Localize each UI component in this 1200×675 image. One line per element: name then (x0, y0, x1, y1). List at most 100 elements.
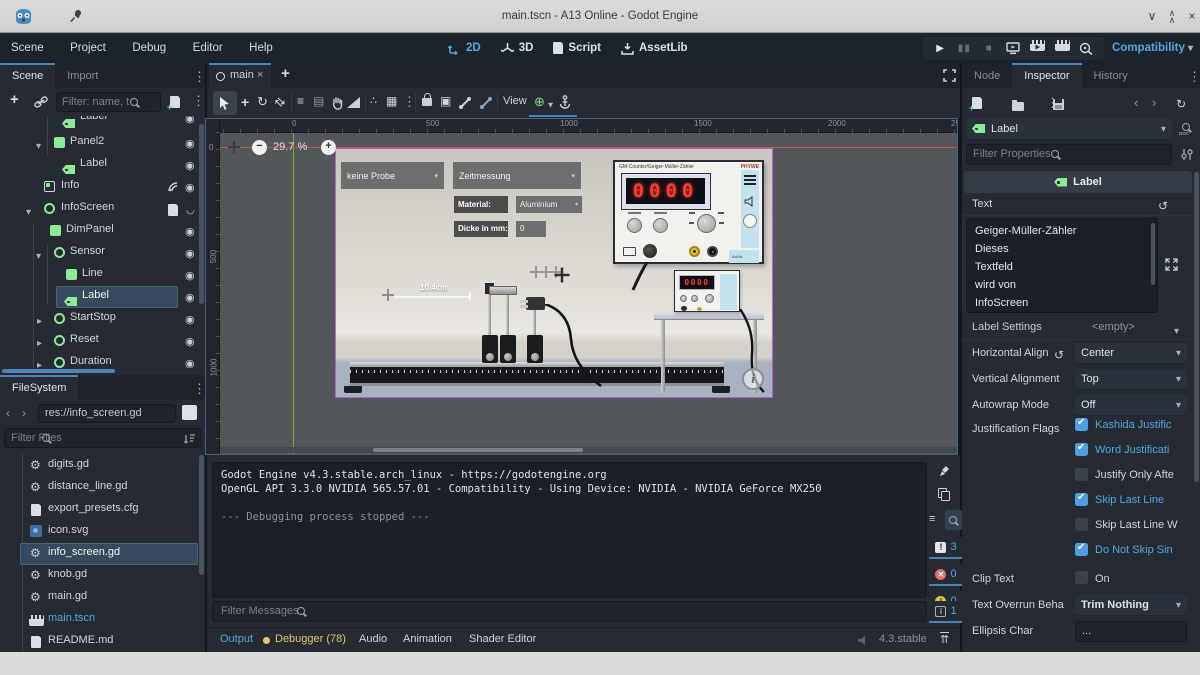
file-row-open-scene[interactable]: main.tscn (0, 609, 205, 631)
spinbox-arrows[interactable]: ▲▼ (547, 221, 555, 237)
visibility-eye-icon[interactable] (185, 332, 195, 350)
file-row[interactable]: digits.gd (0, 455, 205, 477)
show-list-button[interactable]: ▤ (313, 94, 324, 108)
file-row[interactable]: knob.gd (0, 565, 205, 587)
stop-button[interactable]: ■ (982, 37, 996, 60)
expand-text-editor-icon[interactable] (1165, 258, 1178, 271)
tab-history[interactable]: History (1082, 64, 1140, 89)
tab-node[interactable]: Node (962, 64, 1012, 89)
tab-animation[interactable]: Animation (403, 633, 452, 645)
list-select-button[interactable]: ≡ (297, 94, 304, 108)
filesystem-path[interactable]: res://info_screen.gd (38, 404, 176, 423)
copy-log-button[interactable] (931, 485, 957, 505)
text-editor-scrollbar[interactable] (1151, 223, 1155, 285)
tree-row[interactable]: Label (0, 116, 205, 130)
tab-shader-editor[interactable]: Shader Editor (469, 633, 536, 645)
checkbox[interactable] (1075, 493, 1088, 506)
move-mode-button[interactable]: + (241, 94, 249, 110)
visibility-eye-icon[interactable] (185, 266, 195, 284)
expand-arrow-icon[interactable] (37, 333, 42, 351)
checkbox[interactable] (1075, 468, 1088, 481)
history-back-icon[interactable]: ‹ (6, 406, 10, 420)
flag-row[interactable]: Kashida Justific (1075, 418, 1195, 443)
property-text-row[interactable]: Text (962, 194, 1192, 216)
mode-dropdown[interactable]: Zeitmessung▾ (453, 162, 581, 189)
window-titlebar[interactable]: main.tscn - A13 Online - Godot Engine ∨ … (0, 0, 1200, 33)
flag-row[interactable]: Justify Only Afte (1075, 468, 1195, 493)
workspace-3d[interactable]: 3D (501, 42, 534, 55)
visibility-eye-icon[interactable] (185, 116, 195, 127)
ruler-mode-button[interactable] (347, 97, 360, 108)
visibility-eye-icon[interactable] (185, 222, 195, 240)
scene-tab-main[interactable]: main × (209, 63, 271, 88)
skeleton-options-icon[interactable] (479, 96, 493, 110)
collapse-duplicates-icon[interactable]: ≡ (929, 513, 944, 529)
tree-row[interactable]: Duration (0, 352, 205, 368)
visibility-eye-icon[interactable] (185, 134, 195, 152)
all-messages-chip[interactable]: ! 3 (929, 537, 963, 559)
tree-row[interactable]: Reset (0, 330, 205, 352)
tree-row[interactable]: Info (0, 176, 205, 198)
checkbox[interactable] (1075, 518, 1088, 531)
checkbox[interactable] (1075, 418, 1088, 431)
smart-snap-button[interactable]: ∴ (370, 94, 377, 107)
visibility-eye-icon[interactable] (185, 244, 195, 262)
clear-log-button[interactable] (931, 462, 957, 482)
zoom-in-button[interactable]: + (321, 140, 336, 155)
scene-filter-input[interactable]: Filter: name, t (56, 92, 161, 112)
scene-dock-menu-icon[interactable] (193, 68, 206, 86)
new-resource-button[interactable] (972, 97, 982, 109)
menu-project[interactable]: Project (59, 33, 117, 63)
zoom-percent[interactable]: 29.7 % (273, 141, 307, 153)
halign-dropdown[interactable]: Center (1075, 343, 1187, 364)
close-button[interactable]: × (1184, 9, 1200, 25)
workspace-assetlib[interactable]: AssetLib (621, 42, 688, 55)
select-mode-button[interactable] (213, 91, 237, 115)
tree-row[interactable]: StartStop (0, 308, 205, 330)
open-docs-button[interactable]: DOC (1177, 118, 1197, 140)
inspector-dock-menu-icon[interactable] (1188, 68, 1200, 86)
workspace-2d[interactable]: 2D (448, 42, 481, 55)
instance-scene-icon[interactable] (34, 96, 48, 108)
output-log[interactable]: Godot Engine v4.3.stable.arch_linux - ht… (212, 462, 927, 598)
view-menu-button[interactable]: View (503, 95, 527, 107)
checkbox[interactable] (1075, 443, 1088, 456)
pin-icon[interactable] (70, 9, 83, 23)
play-scene-button[interactable] (1030, 37, 1044, 60)
revert-icon[interactable] (1158, 197, 1168, 215)
canvas-hscroll-thumb[interactable] (373, 448, 583, 452)
messages-chip[interactable]: i 1 (929, 601, 963, 623)
material-dropdown[interactable]: Aluminium▾ (516, 196, 582, 213)
workspace-script[interactable]: Script (553, 42, 601, 54)
tree-row[interactable]: DimPanel (0, 220, 205, 242)
text-property-editor[interactable]: Geiger-Müller-Zähler Dieses Textfeld wir… (966, 218, 1158, 313)
tab-debugger[interactable]: Debugger (78) (275, 633, 346, 645)
renderer-selector[interactable]: Compatibility (1112, 33, 1193, 64)
expand-bottom-panel-icon[interactable]: ⇈ (940, 632, 949, 646)
file-row-selected[interactable]: info_screen.gd (0, 543, 205, 565)
flag-row[interactable]: Do Not Skip Sin (1075, 543, 1195, 568)
scene-tree-hscrollbar[interactable] (2, 369, 115, 373)
menu-debug[interactable]: Debug (121, 33, 177, 63)
history-forward-icon[interactable]: › (22, 406, 26, 420)
collapse-arrow-icon[interactable] (36, 136, 41, 154)
scene-tree-scrollbar[interactable] (199, 124, 204, 304)
remote-debug-button[interactable] (1006, 42, 1020, 55)
pause-button[interactable]: ▮▮ (957, 37, 971, 60)
sort-icon[interactable] (184, 433, 196, 445)
insert-key-icon[interactable]: ⊕ (534, 94, 545, 110)
tab-filesystem[interactable]: FileSystem (0, 375, 78, 400)
checkbox[interactable] (1075, 571, 1088, 584)
grid-snap-button[interactable]: ▦ (386, 94, 397, 108)
signal-connection-icon[interactable] (167, 181, 179, 193)
expand-arrow-icon[interactable] (37, 355, 42, 368)
selected-node-gizmo[interactable] (555, 268, 570, 283)
flag-row[interactable]: Word Justificati (1075, 443, 1195, 468)
tree-row[interactable]: Panel2 (0, 132, 205, 154)
file-row[interactable]: main.gd (0, 587, 205, 609)
probe-dropdown[interactable]: keine Probe▾ (341, 162, 444, 189)
tree-row[interactable]: Line (0, 264, 205, 286)
tree-row-selected[interactable]: Label (0, 286, 205, 308)
ellipsis-field[interactable]: ... (1075, 621, 1187, 642)
script-icon[interactable] (168, 204, 178, 216)
